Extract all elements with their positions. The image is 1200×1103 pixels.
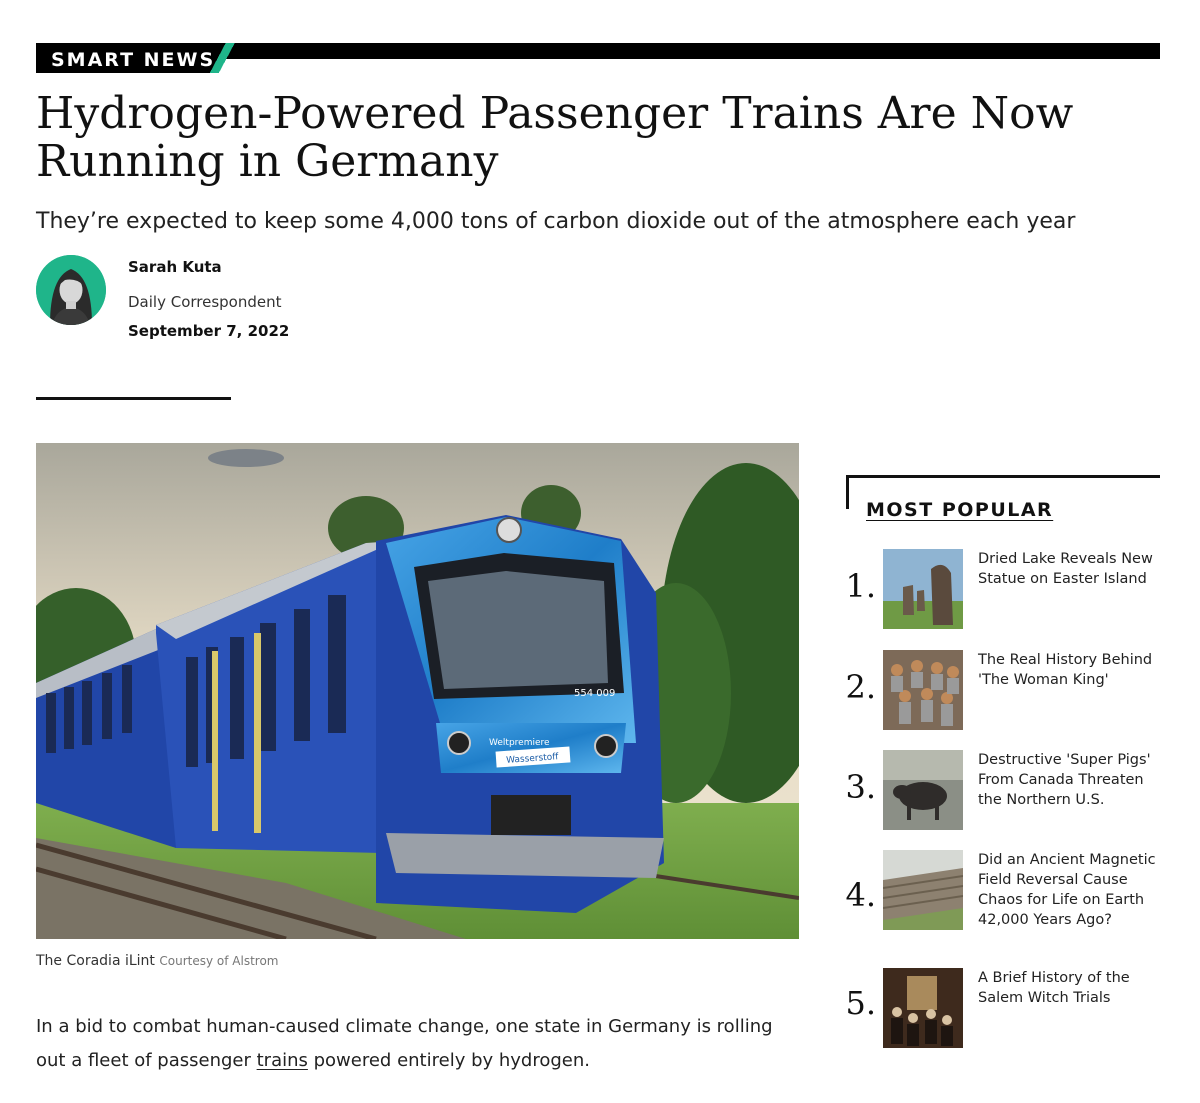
- popular-rank: 4.: [845, 876, 876, 914]
- body-text-after: powered entirely by hydrogen.: [307, 1050, 591, 1071]
- most-popular-frame-top: [846, 475, 1160, 478]
- popular-rank: 2.: [845, 668, 876, 706]
- author-avatar[interactable]: [36, 255, 106, 325]
- popular-item-title[interactable]: Did an Ancient Magnetic Field Reversal C…: [978, 850, 1156, 930]
- author-role: Daily Correspondent: [128, 293, 282, 311]
- moai-statues-icon[interactable]: [883, 549, 963, 629]
- popular-rank: 1.: [845, 567, 876, 605]
- popular-item-title[interactable]: The Real History Behind 'The Woman King': [978, 650, 1156, 690]
- author-portrait-icon: [36, 255, 106, 325]
- popular-item-title[interactable]: Dried Lake Reveals New Statue on Easter …: [978, 549, 1156, 589]
- most-popular-title: MOST POPULAR: [866, 499, 1054, 521]
- warriors-group-icon[interactable]: [883, 650, 963, 730]
- hydrogen-train-image: 554 009 Weltpremiere Wasserstoff: [36, 443, 799, 939]
- train-number-label: 554 009: [574, 688, 615, 699]
- article-dek: They’re expected to keep some 4,000 tons…: [36, 209, 1076, 234]
- publish-date: September 7, 2022: [128, 322, 290, 340]
- popular-rank: 5.: [845, 984, 876, 1022]
- trains-link[interactable]: trains: [257, 1050, 308, 1071]
- most-popular-frame-left: [846, 475, 849, 509]
- popular-item-title[interactable]: Destructive 'Super Pigs' From Canada Thr…: [978, 750, 1156, 810]
- article-headline: Hydrogen-Powered Passenger Trains Are No…: [36, 88, 1074, 187]
- courtroom-painting-icon[interactable]: [883, 968, 963, 1048]
- tree-log-icon[interactable]: [883, 850, 963, 930]
- caption-credit: Courtesy of Alstrom: [159, 954, 279, 968]
- train-livery-line1: Weltpremiere: [489, 738, 550, 748]
- popular-rank: 3.: [845, 768, 876, 806]
- hero-image: 554 009 Weltpremiere Wasserstoff: [36, 443, 799, 939]
- article-body-paragraph: In a bid to combat human-caused climate …: [36, 1010, 806, 1078]
- section-divider: [36, 397, 231, 400]
- author-name[interactable]: Sarah Kuta: [128, 258, 222, 276]
- image-caption: The Coradia iLint Courtesy of Alstrom: [36, 953, 278, 969]
- section-label[interactable]: SMART NEWS: [36, 43, 246, 73]
- popular-item-title[interactable]: A Brief History of the Salem Witch Trial…: [978, 968, 1156, 1008]
- caption-text: The Coradia iLint: [36, 953, 155, 969]
- wild-pig-icon[interactable]: [883, 750, 963, 830]
